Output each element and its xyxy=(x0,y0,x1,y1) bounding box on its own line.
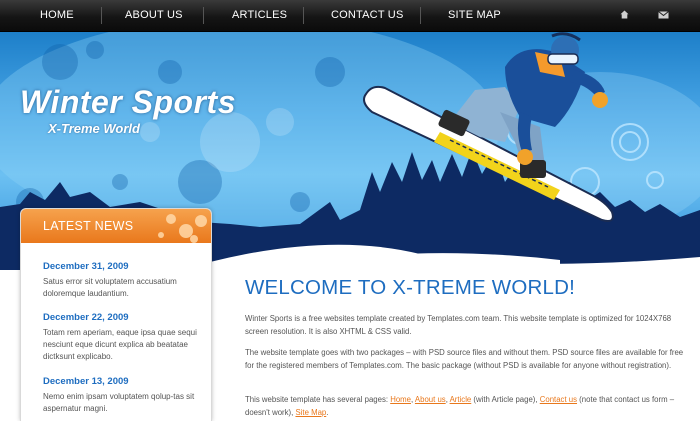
nav-contact-us[interactable]: CONTACT US xyxy=(331,0,404,31)
latest-news-panel: LATEST NEWS December 31, 2009 Satus erro… xyxy=(20,208,212,421)
home-icon[interactable] xyxy=(620,10,629,19)
nav-divider xyxy=(203,7,204,24)
nav-site-map[interactable]: SITE MAP xyxy=(448,0,501,31)
intro-paragraph: Winter Sports is a free websites templat… xyxy=(245,314,672,336)
nav-articles[interactable]: ARTICLES xyxy=(232,0,287,31)
link-article[interactable]: Article xyxy=(450,395,472,404)
nav-divider xyxy=(303,7,304,24)
site-logo-title[interactable]: Winter Sports xyxy=(20,84,236,121)
news-text: Nemo enim ipsam voluptatem qolup-tas sit… xyxy=(43,392,195,413)
news-text: Totam rem aperiam, eaque ipsa quae sequi… xyxy=(43,328,197,361)
news-date[interactable]: December 31, 2009 xyxy=(43,261,203,272)
packages-paragraph: The website template goes with two packa… xyxy=(245,348,684,370)
nav-divider xyxy=(101,7,102,24)
top-navigation: HOME ABOUT US ARTICLES CONTACT US SITE M… xyxy=(0,0,700,32)
nav-home[interactable]: HOME xyxy=(40,0,74,31)
news-text: Satus error sit voluptatem accusatium do… xyxy=(43,277,177,298)
news-item: December 31, 2009 Satus error sit volupt… xyxy=(43,261,203,300)
link-site-map[interactable]: Site Map xyxy=(295,408,326,417)
pages-text: (with Article page), xyxy=(471,395,540,404)
latest-news-header: LATEST NEWS xyxy=(21,209,211,243)
latest-news-title: LATEST NEWS xyxy=(43,219,134,233)
mail-icon[interactable] xyxy=(658,11,669,19)
pages-text: . xyxy=(326,407,329,417)
news-item: December 22, 2009 Totam rem aperiam, eaq… xyxy=(43,312,203,363)
link-home[interactable]: Home xyxy=(390,395,411,404)
news-item: December 13, 2009 Nemo enim ipsam volupt… xyxy=(43,376,203,415)
pages-paragraph: This website template has several pages:… xyxy=(245,394,685,419)
news-date[interactable]: December 13, 2009 xyxy=(43,376,203,387)
site-logo-subtitle: X-Treme World xyxy=(48,121,140,136)
news-date[interactable]: December 22, 2009 xyxy=(43,312,203,323)
link-about-us[interactable]: About us xyxy=(415,395,446,404)
pages-text: This website template has several pages: xyxy=(245,395,391,404)
nav-divider xyxy=(420,7,421,24)
link-contact-us[interactable]: Contact us xyxy=(540,395,577,404)
nav-about-us[interactable]: ABOUT US xyxy=(125,0,183,31)
splash-decoration xyxy=(158,214,207,243)
page-title: WELCOME TO X-TREME WORLD! xyxy=(245,276,575,299)
main-content: WELCOME TO X-TREME WORLD! Winter Sports … xyxy=(245,276,685,417)
